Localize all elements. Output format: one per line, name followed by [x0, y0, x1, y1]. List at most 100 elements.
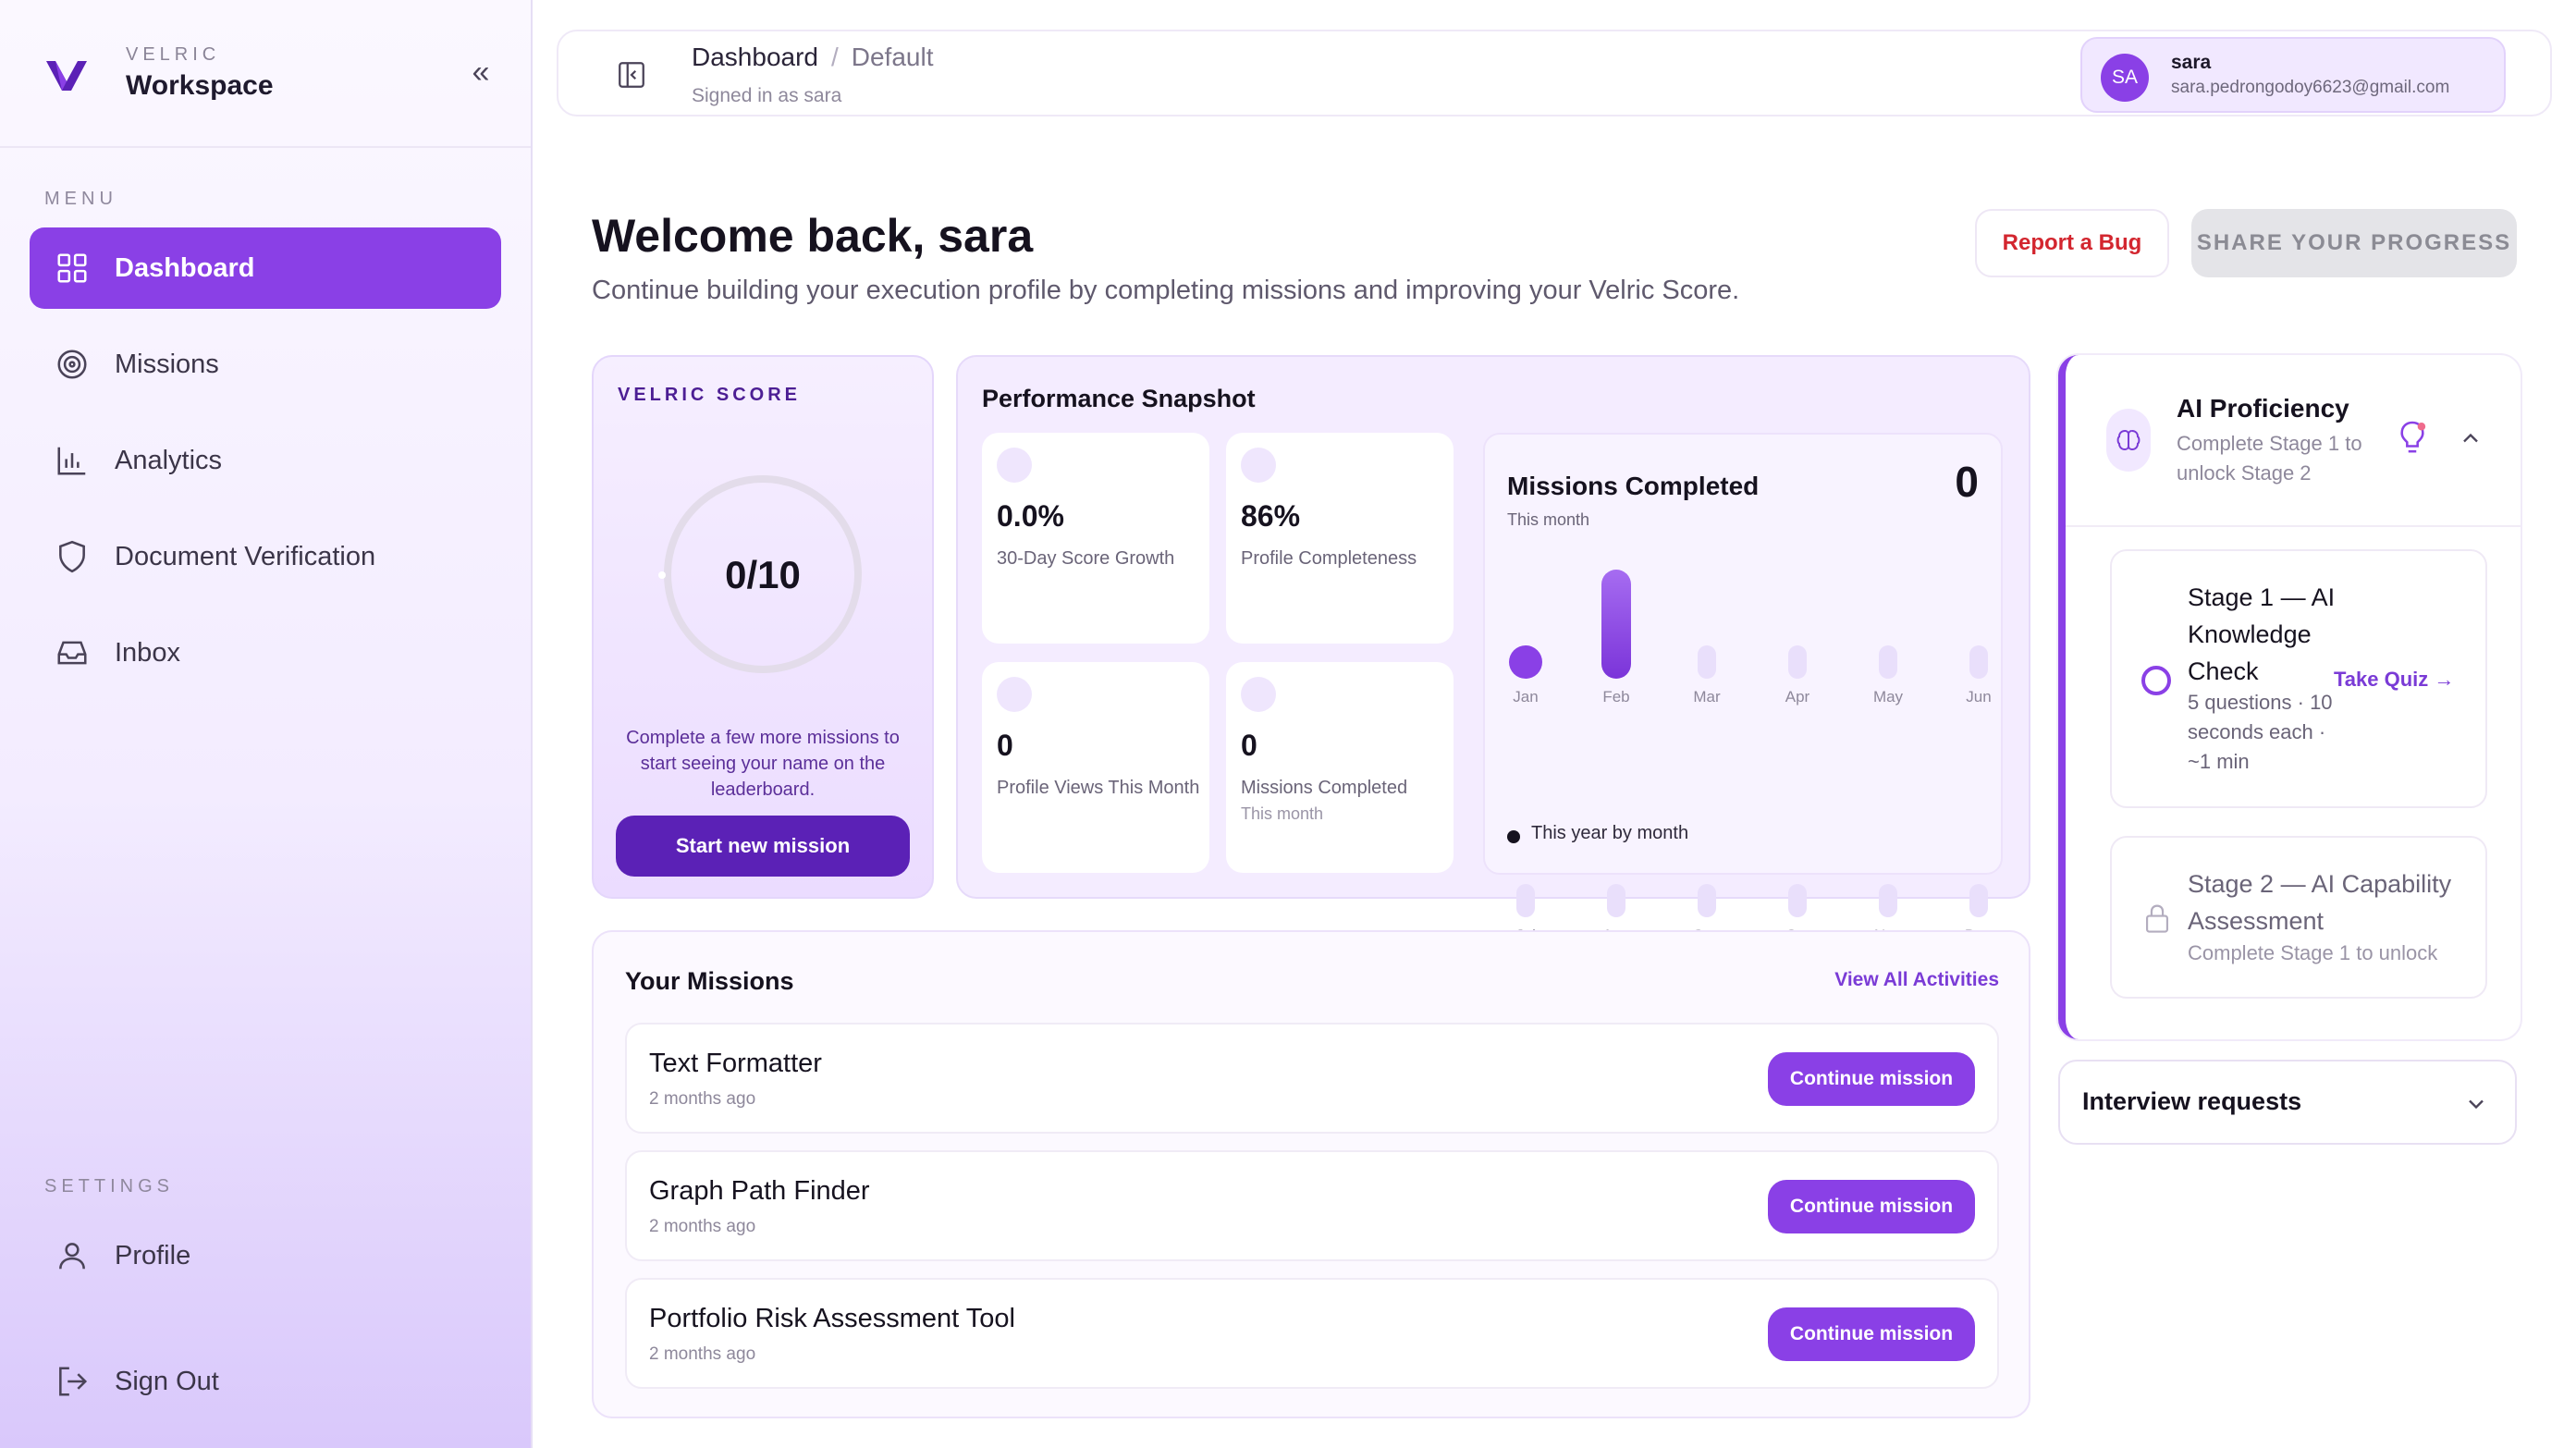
sidebar-item-dashboard[interactable]: Dashboard	[30, 227, 501, 309]
sidebar-divider	[0, 146, 531, 148]
mission-time: 2 months ago	[649, 1089, 756, 1109]
signed-in-text: Signed in as sara	[692, 85, 842, 106]
your-missions-card: Your Missions View All Activities Text F…	[592, 930, 2030, 1418]
stage-1-card: Stage 1 — AI Knowledge Check 5 questions…	[2110, 549, 2487, 808]
continue-mission-button[interactable]: Continue mission	[1768, 1180, 1975, 1233]
chart-bar-mark	[1879, 884, 1897, 917]
interview-requests-title: Interview requests	[2082, 1087, 2302, 1115]
interview-requests-panel[interactable]: Interview requests	[2058, 1060, 2517, 1145]
avatar: SA	[2101, 54, 2149, 102]
breadcrumb-separator: /	[830, 43, 839, 71]
mission-row: Graph Path Finder 2 months ago Continue …	[625, 1150, 1999, 1261]
sidebar-item-analytics[interactable]: Analytics	[30, 420, 501, 501]
chart-legend: This year by month	[1531, 823, 1689, 843]
stage-2-meta: Complete Stage 1 to unlock	[2188, 941, 2438, 964]
chart-bar-mark	[1516, 884, 1535, 917]
sidebar-item-label: Document Verification	[115, 541, 376, 571]
chart-tick-label: Feb	[1602, 688, 1630, 706]
top-bar: Dashboard / Default Signed in as sara SA s…	[557, 30, 2552, 117]
stat-label: Profile Views This Month	[997, 778, 1200, 798]
lightbulb-icon[interactable]	[2397, 420, 2428, 457]
chart-bar-mark	[1509, 645, 1542, 679]
share-progress-button[interactable]: SHARE YOUR PROGRESS	[2191, 209, 2517, 277]
continue-mission-button[interactable]: Continue mission	[1768, 1052, 1975, 1106]
stat-card-profile-views: 0 Profile Views This Month	[982, 662, 1209, 873]
brand-name: Workspace	[126, 70, 274, 101]
stat-label: Missions Completed	[1241, 778, 1408, 798]
sidebar-item-label: Inbox	[115, 637, 180, 668]
shield-icon	[54, 538, 91, 575]
stat-value: 0	[1241, 729, 1257, 762]
stat-icon	[1241, 448, 1276, 483]
chart-tick-label: Jan	[1513, 688, 1539, 706]
stat-icon	[997, 448, 1032, 483]
stage-2-title: Stage 2 — AI Capability Assessment	[2188, 870, 2452, 935]
performance-title: Performance Snapshot	[982, 385, 1256, 412]
sign-out-icon	[54, 1363, 91, 1400]
missions-title: Your Missions	[625, 967, 794, 995]
sidebar-item-label: Profile	[115, 1240, 191, 1270]
chart-bar-mark	[1788, 884, 1807, 917]
chart-bar-mark	[1698, 645, 1716, 679]
sidebar-toggle-icon[interactable]	[616, 59, 647, 91]
sidebar-item-document-verification[interactable]: Document Verification	[30, 516, 501, 597]
sidebar-item-label: Analytics	[115, 445, 223, 475]
page-subtitle: Continue building your execution profile…	[592, 276, 1740, 305]
stage-1-title: Stage 1 — AI Knowledge Check	[2188, 583, 2336, 685]
brand: VELRIC Workspace «	[46, 41, 499, 115]
chart-bar-mark	[1879, 645, 1897, 679]
menu-heading: MENU	[44, 189, 117, 209]
report-bug-button[interactable]: Report a Bug	[1975, 209, 2169, 277]
mission-row: Portfolio Risk Assessment Tool 2 months …	[625, 1278, 1999, 1389]
brand-eyebrow: VELRIC	[126, 44, 221, 65]
stat-icon	[1241, 677, 1276, 712]
chart-tick-label: Mar	[1693, 688, 1721, 706]
lock-icon	[2145, 904, 2169, 933]
chart-tick-label: May	[1872, 688, 1904, 706]
stage-2-card: Stage 2 — AI Capability Assessment Compl…	[2110, 836, 2487, 999]
chart-tick-label: Apr	[1785, 688, 1810, 706]
sidebar-item-missions[interactable]: Missions	[30, 324, 501, 405]
page-title: Welcome back, sara	[592, 210, 1034, 262]
chart-bar-mark	[1601, 570, 1631, 679]
chart-tick-label: Jun	[1966, 688, 1992, 706]
velric-logo-icon	[46, 61, 87, 91]
score-note: Complete a few more missions to start se…	[626, 728, 900, 800]
start-new-mission-button[interactable]: Start new mission	[616, 816, 910, 877]
user-menu[interactable]: SA sara sara.pedrongodoy6623@gmail.com	[2080, 37, 2506, 113]
target-icon	[54, 346, 91, 383]
ai-proficiency-subtitle: Complete Stage 1 to unlock Stage 2	[2177, 432, 2362, 485]
view-all-activities-link[interactable]: View All Activities	[1834, 969, 1999, 991]
breadcrumb-root[interactable]: Dashboard	[692, 43, 818, 71]
brain-icon	[2106, 409, 2151, 472]
mission-name: Text Formatter	[649, 1049, 822, 1078]
chart-subtitle: This month	[1507, 510, 1590, 529]
chevron-down-icon[interactable]	[2463, 1091, 2489, 1117]
sidebar-item-sign-out[interactable]: Sign Out	[30, 1341, 501, 1422]
sidebar-item-inbox[interactable]: Inbox	[30, 612, 501, 693]
breadcrumb-current: Default	[851, 43, 934, 71]
mission-name: Portfolio Risk Assessment Tool	[649, 1304, 1015, 1333]
legend-marker	[1507, 830, 1520, 843]
sidebar: VELRIC Workspace « MENU Dashboard Missio…	[0, 0, 533, 1448]
stat-card-missions-completed: 0 Missions Completed This month	[1226, 662, 1454, 873]
continue-mission-button[interactable]: Continue mission	[1768, 1307, 1975, 1361]
performance-snapshot-card: Performance Snapshot 0.0% 30-Day Score G…	[956, 355, 2030, 944]
stage-1-meta: 5 questions · 10 seconds each · ~1 min	[2188, 691, 2333, 773]
user-name: sara	[2171, 52, 2212, 73]
score-label: VELRIC SCORE	[618, 385, 802, 405]
stat-label: Profile Completeness	[1241, 548, 1417, 569]
chevron-up-icon[interactable]	[2458, 425, 2484, 451]
stat-label: 30-Day Score Growth	[997, 548, 1175, 569]
ai-divider	[2066, 525, 2521, 527]
take-quiz-link[interactable]: Take Quiz →	[2334, 668, 2454, 692]
stat-value: 0.0%	[997, 499, 1064, 533]
sidebar-item-profile[interactable]: Profile	[30, 1215, 501, 1296]
stage-1-radio[interactable]	[2141, 666, 2171, 695]
stat-icon	[997, 677, 1032, 712]
collapse-sidebar-button[interactable]: «	[462, 55, 499, 92]
chart-bar-mark	[1607, 884, 1625, 917]
ai-proficiency-card: AI Proficiency Complete Stage 1 to unloc…	[2058, 355, 2521, 1039]
bar-chart-icon	[54, 442, 91, 479]
chart-bar-mark	[1698, 884, 1716, 917]
